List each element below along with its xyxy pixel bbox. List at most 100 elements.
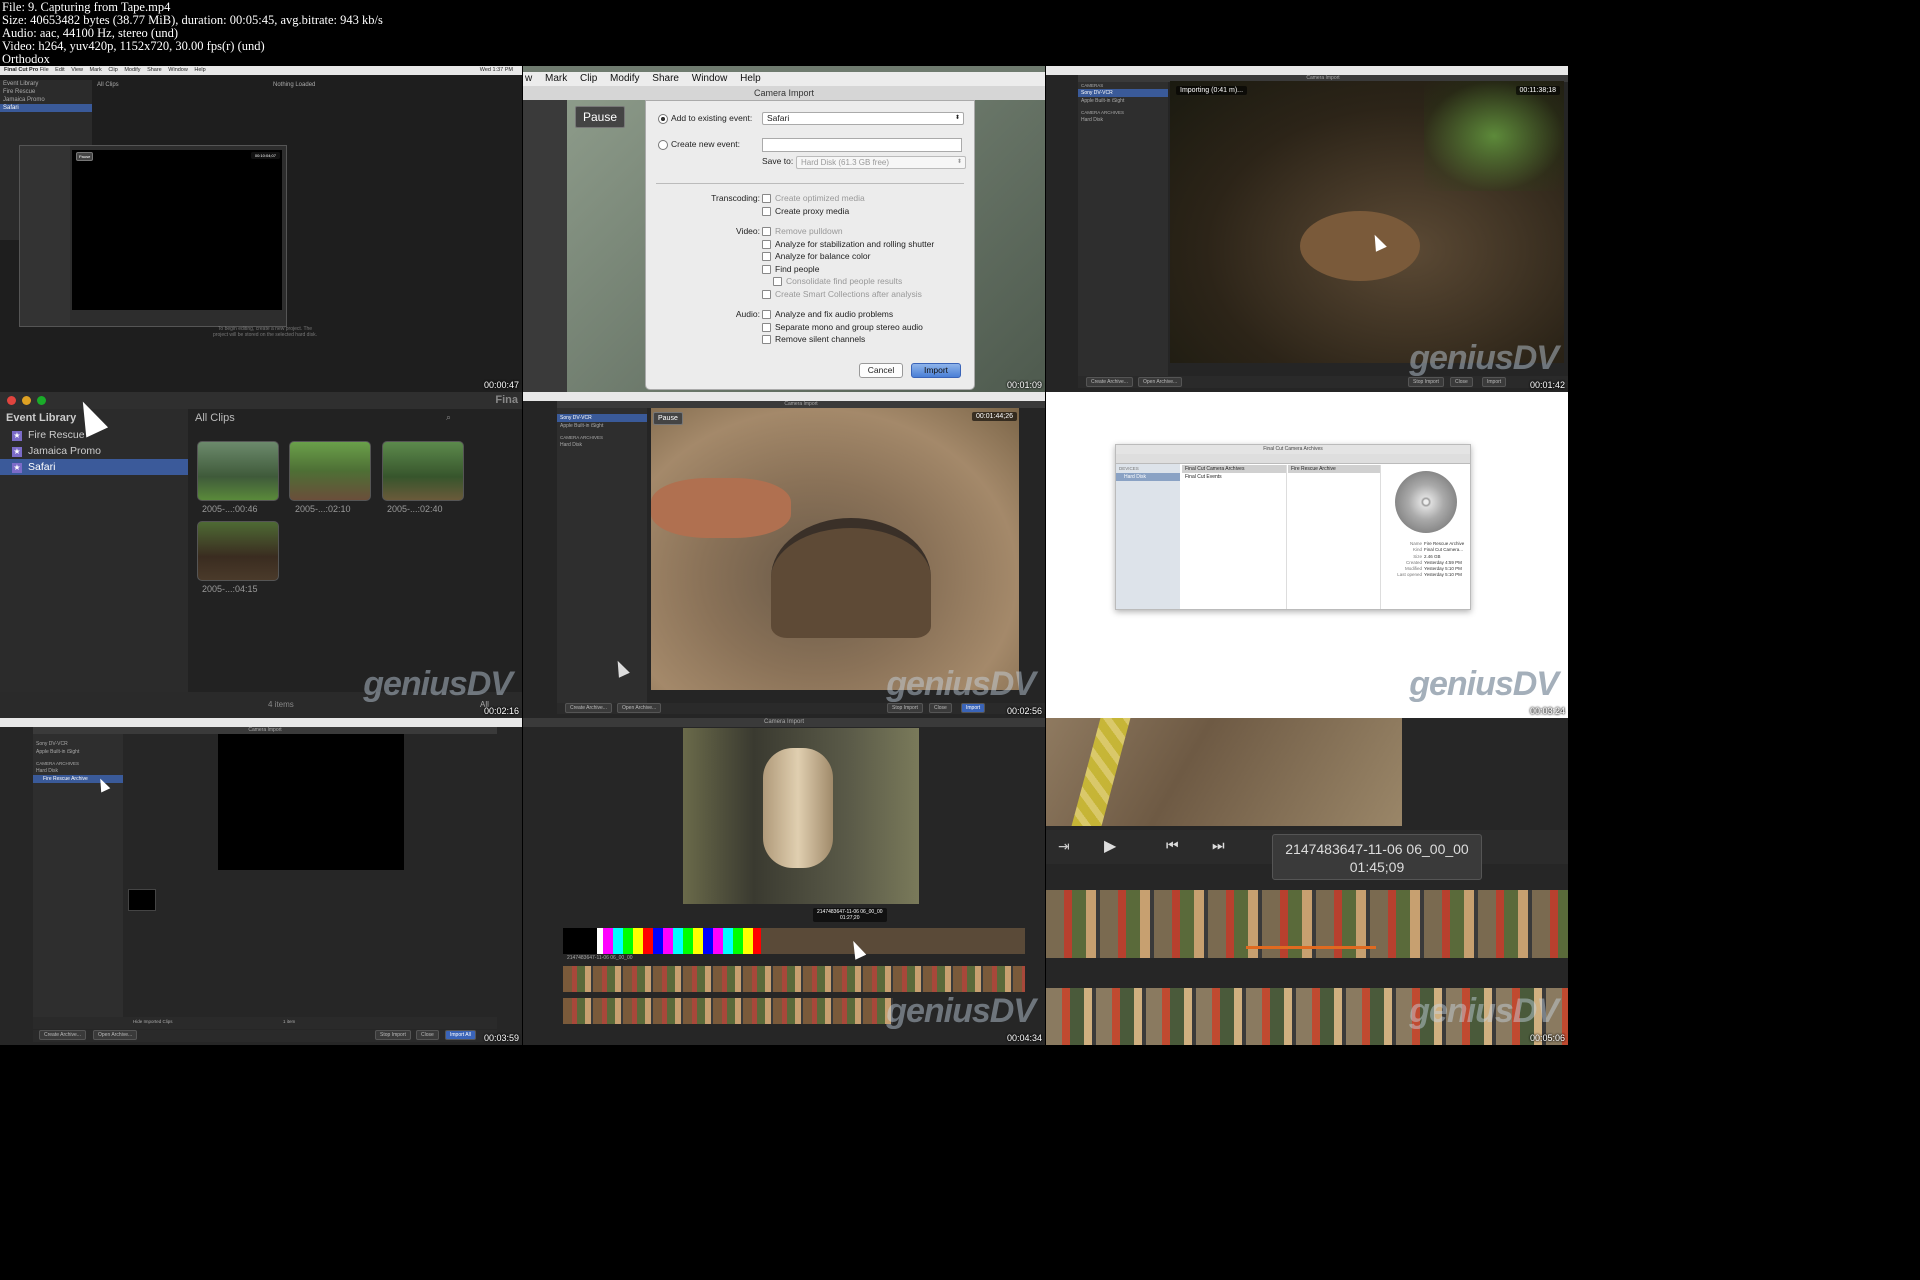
checkbox[interactable] <box>762 227 771 237</box>
menu-item[interactable]: w <box>525 73 532 84</box>
import-all-button[interactable]: Import All <box>445 1030 476 1040</box>
import-button[interactable]: Import <box>911 363 961 378</box>
event-item[interactable]: Fire Rescue <box>0 88 92 96</box>
menu-item[interactable]: View <box>71 67 83 73</box>
save-to-select[interactable]: Hard Disk (61.3 GB free) ⬍ <box>796 156 966 169</box>
checkbox[interactable] <box>762 252 771 262</box>
clip-label: 2005-...:02:40 <box>387 504 443 514</box>
existing-event-select[interactable]: Safari ⬍ <box>762 112 964 125</box>
previous-icon[interactable]: ⏮ <box>1166 837 1179 854</box>
menu-item[interactable]: Window <box>692 73 728 84</box>
next-icon[interactable]: ⏭ <box>1212 837 1225 854</box>
menu-item[interactable]: Mark <box>90 67 102 73</box>
clip-filmstrip[interactable] <box>563 966 1025 992</box>
camera-item[interactable]: Apple Built-in iSight <box>33 748 123 756</box>
range-sub: 01:27;20 <box>840 915 860 921</box>
stop-import-button[interactable]: Stop Import <box>887 703 923 713</box>
camera-sidebar: Sony DV-VCR Apple Built-in iSight CAMERA… <box>33 734 123 1029</box>
checkbox[interactable] <box>773 277 782 287</box>
radio-add-existing[interactable] <box>658 113 668 124</box>
clip-thumbnail[interactable] <box>128 889 156 911</box>
stop-import-button[interactable]: Stop Import <box>375 1030 411 1040</box>
geniusdv-watermark: geniusDV <box>1409 992 1559 1030</box>
hide-imported-checkbox[interactable]: Hide Imported Clips <box>133 1019 173 1024</box>
checkbox[interactable] <box>762 206 771 216</box>
pause-button[interactable]: Pause <box>76 152 94 161</box>
stop-import-button[interactable]: Stop Import <box>1408 377 1444 387</box>
open-archive-button[interactable]: Open Archive... <box>1138 377 1183 387</box>
play-from-start-icon[interactable]: ⇥ <box>1058 838 1070 855</box>
option-label: Find people <box>775 263 820 274</box>
pause-button[interactable]: Pause <box>653 412 683 425</box>
archive-item[interactable]: Hard Disk <box>33 767 123 775</box>
create-archive-button[interactable]: Create Archive... <box>39 1030 86 1040</box>
close-window-icon[interactable] <box>7 396 16 405</box>
checkbox[interactable] <box>762 289 771 299</box>
app-title: Fina <box>495 394 518 406</box>
camera-item[interactable]: Sony DV-VCR <box>33 740 123 748</box>
menu-item[interactable]: File <box>40 67 49 73</box>
menu-item[interactable]: Modify <box>124 67 140 73</box>
close-button[interactable]: Close <box>416 1030 439 1040</box>
close-button[interactable]: Close <box>929 703 952 713</box>
menu-item[interactable]: Final Cut Pro <box>4 67 38 73</box>
checkbox[interactable] <box>762 335 771 345</box>
camera-item[interactable]: Apple Built-in iSight <box>1078 97 1168 105</box>
event-item[interactable]: ★ Jamaica Promo <box>0 443 188 459</box>
menu-item[interactable]: Share <box>147 67 162 73</box>
colorbar-strip[interactable] <box>563 928 1025 954</box>
thumbnail-tile-6: Final Cut Camera Archives DEVICES Hard D… <box>1046 392 1568 718</box>
event-library-title: Event Library <box>3 81 39 87</box>
device-item[interactable]: Hard Disk <box>1116 473 1180 481</box>
menu-item[interactable]: Window <box>168 67 188 73</box>
zoom-window-icon[interactable] <box>37 396 46 405</box>
pause-button[interactable]: Pause <box>575 106 626 128</box>
archive-item[interactable]: Hard Disk <box>1078 116 1168 124</box>
camera-item[interactable]: Sony DV-VCR <box>1078 89 1168 97</box>
folder-item[interactable]: Final Cut Events <box>1182 473 1286 481</box>
open-archive-button[interactable]: Open Archive... <box>93 1030 138 1040</box>
menu-item[interactable]: Help <box>740 73 761 84</box>
create-archive-button[interactable]: Create Archive... <box>565 703 612 713</box>
checkbox[interactable] <box>762 239 771 249</box>
clip-thumbnail[interactable] <box>289 441 371 501</box>
checkbox[interactable] <box>762 194 771 204</box>
camera-item[interactable]: Apple Built-in iSight <box>557 422 647 430</box>
new-event-field[interactable] <box>762 138 962 152</box>
event-item[interactable]: Jamaica Promo <box>0 96 92 104</box>
event-item-selected[interactable]: Safari <box>0 104 92 112</box>
close-button[interactable]: Close <box>1450 377 1473 387</box>
menu-item[interactable]: Clip <box>108 67 117 73</box>
import-button[interactable]: Import <box>1482 377 1507 387</box>
import-button[interactable]: Import <box>961 703 986 713</box>
menu-item[interactable]: Edit <box>55 67 64 73</box>
archive-item-selected[interactable]: Fire Rescue Archive <box>33 775 123 783</box>
radio-create-new[interactable] <box>658 139 668 150</box>
menu-item[interactable]: Clip <box>580 73 597 84</box>
menu-item[interactable]: Modify <box>610 73 639 84</box>
clip-filmstrip[interactable] <box>563 998 893 1024</box>
clip-thumbnail[interactable] <box>382 441 464 501</box>
clip-thumbnail[interactable] <box>197 441 279 501</box>
menu-item[interactable]: Mark <box>545 73 567 84</box>
checkbox[interactable] <box>762 310 771 320</box>
all-clips-label[interactable]: All Clips <box>195 412 235 424</box>
cancel-button[interactable]: Cancel <box>859 363 903 378</box>
minimize-window-icon[interactable] <box>22 396 31 405</box>
open-archive-button[interactable]: Open Archive... <box>617 703 662 713</box>
folder-item-selected[interactable]: Final Cut Camera Archives <box>1182 465 1286 473</box>
menu-item[interactable]: Help <box>194 67 205 73</box>
checkbox[interactable] <box>762 264 771 274</box>
geniusdv-watermark: geniusDV <box>1409 339 1559 377</box>
camera-item[interactable]: Sony DV-VCR <box>557 414 647 422</box>
clip-thumbnail[interactable] <box>197 521 279 581</box>
menu-item[interactable]: Share <box>652 73 679 84</box>
create-archive-button[interactable]: Create Archive... <box>1086 377 1133 387</box>
event-item-selected[interactable]: ★ Safari <box>0 459 188 475</box>
play-icon[interactable]: ▶ <box>1104 836 1116 856</box>
all-clips-label[interactable]: All Clips <box>94 81 122 89</box>
archive-item-selected[interactable]: Fire Rescue Archive <box>1288 465 1380 473</box>
checkbox[interactable] <box>762 322 771 332</box>
search-icon[interactable]: ⌕ <box>446 412 451 423</box>
archive-item[interactable]: Hard Disk <box>557 441 647 449</box>
